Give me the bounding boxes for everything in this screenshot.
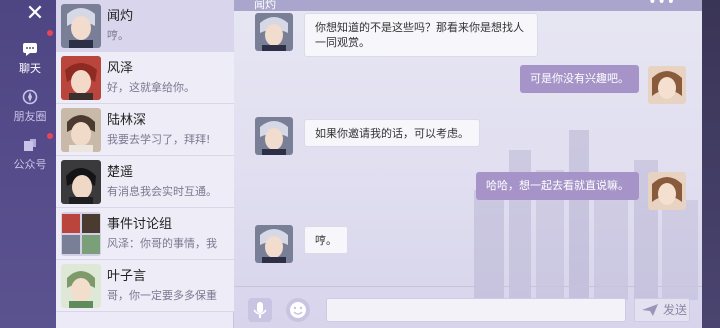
send-button[interactable]: 发送: [634, 298, 690, 322]
send-label: 发送: [663, 303, 688, 317]
contact-name: 事件讨论组: [107, 217, 173, 232]
contact-item-lulinshen[interactable]: 陆林深 我要去学习了，拜拜!: [56, 104, 234, 156]
avatar: [255, 225, 293, 263]
contact-preview: 风泽：你哥的事情，我: [107, 237, 217, 250]
more-options-button[interactable]: •••: [648, 0, 676, 10]
official-badge: [47, 133, 53, 139]
contact-item-wenzhuo[interactable]: 闻灼 哼。: [56, 0, 234, 52]
send-icon: [642, 304, 658, 316]
avatar: [61, 212, 101, 256]
contact-name: 陆林深: [107, 113, 147, 128]
message-bubble: 你想知道的不是这些吗？那看来你是想找人 一同观赏。: [304, 13, 538, 57]
nav-item-official[interactable]: 公众号: [8, 136, 52, 178]
divider: [234, 286, 702, 287]
moments-icon: [22, 89, 38, 105]
close-button[interactable]: ✕: [20, 3, 50, 26]
message-text: 哈哈，想一起去看就直说嘛。: [486, 179, 629, 192]
avatar: [648, 172, 686, 210]
chat-title: 闻灼: [254, 0, 276, 11]
message-text: 你想知道的不是这些吗？那看来你是想找人: [315, 21, 524, 34]
contact-name: 闻灼: [107, 9, 134, 24]
avatar: [61, 160, 101, 204]
background-edge: [702, 0, 720, 328]
avatar: [648, 66, 686, 104]
contact-preview: 哥，你一定要多多保重: [107, 289, 217, 302]
message-text: 如果你邀请我的话，可以考虑。: [315, 127, 469, 140]
chat-badge: [47, 30, 53, 36]
nav-item-chat[interactable]: 聊天: [8, 40, 52, 82]
input-bar: 发送: [234, 292, 702, 328]
chat-header: 闻灼 •••: [234, 0, 702, 11]
official-account-icon: [24, 139, 36, 151]
avatar: [61, 4, 101, 48]
contact-item-chuyao[interactable]: 楚遥 有消息我会实时互通。: [56, 156, 234, 208]
chat-icon: [23, 43, 37, 56]
avatar: [61, 56, 101, 100]
avatar: [255, 117, 293, 155]
contact-preview: 哼。: [107, 29, 129, 42]
chat-panel: 闻灼 ••• 你想知道的不是这些吗？那看来你是想找人 一同观赏。 可是你没有兴趣…: [234, 0, 702, 328]
emoji-button[interactable]: [286, 298, 310, 322]
contact-item-fengze[interactable]: 风泽 好，这就拿给你。: [56, 52, 234, 104]
contact-name: 叶子言: [107, 269, 147, 284]
message-bubble: 如果你邀请我的话，可以考虑。: [304, 119, 480, 147]
nav-item-moments-label: 朋友圈: [13, 110, 47, 123]
message-text: 一同观赏。: [315, 36, 370, 49]
contact-preview: 我要去学习了，拜拜!: [107, 133, 211, 146]
message-bubble: 哈哈，想一起去看就直说嘛。: [476, 172, 639, 200]
message-text: 哼。: [315, 234, 337, 247]
message-input[interactable]: [326, 298, 626, 322]
avatar: [61, 108, 101, 152]
message-text: 可是你没有兴趣吧。: [530, 72, 629, 85]
avatar: [255, 13, 293, 51]
nav-item-chat-label: 聊天: [19, 62, 41, 75]
contact-name: 楚遥: [107, 165, 134, 180]
contact-preview: 好，这就拿给你。: [107, 81, 195, 94]
contact-item-group[interactable]: 事件讨论组 风泽：你哥的事情，我: [56, 208, 234, 260]
contact-preview: 有消息我会实时互通。: [107, 185, 217, 198]
emoji-icon: [290, 302, 306, 318]
avatar: [61, 264, 101, 308]
main-nav: ✕ 聊天 朋友圈 公众号: [0, 0, 56, 328]
contact-name: 风泽: [107, 61, 134, 76]
nav-item-moments[interactable]: 朋友圈: [8, 88, 52, 130]
message-bubble: 哼。: [304, 226, 348, 254]
message-bubble: 可是你没有兴趣吧。: [520, 65, 639, 93]
contact-item-yeziyan[interactable]: 叶子言 哥，你一定要多多保重: [56, 260, 234, 312]
voice-button[interactable]: [248, 298, 272, 322]
nav-item-official-label: 公众号: [13, 158, 47, 171]
contact-list: 闻灼 哼。 风泽 好，这就拿给你。 陆林深 我要去学习了，拜拜! 楚遥 有消息我…: [56, 0, 234, 328]
microphone-icon: [253, 302, 267, 318]
